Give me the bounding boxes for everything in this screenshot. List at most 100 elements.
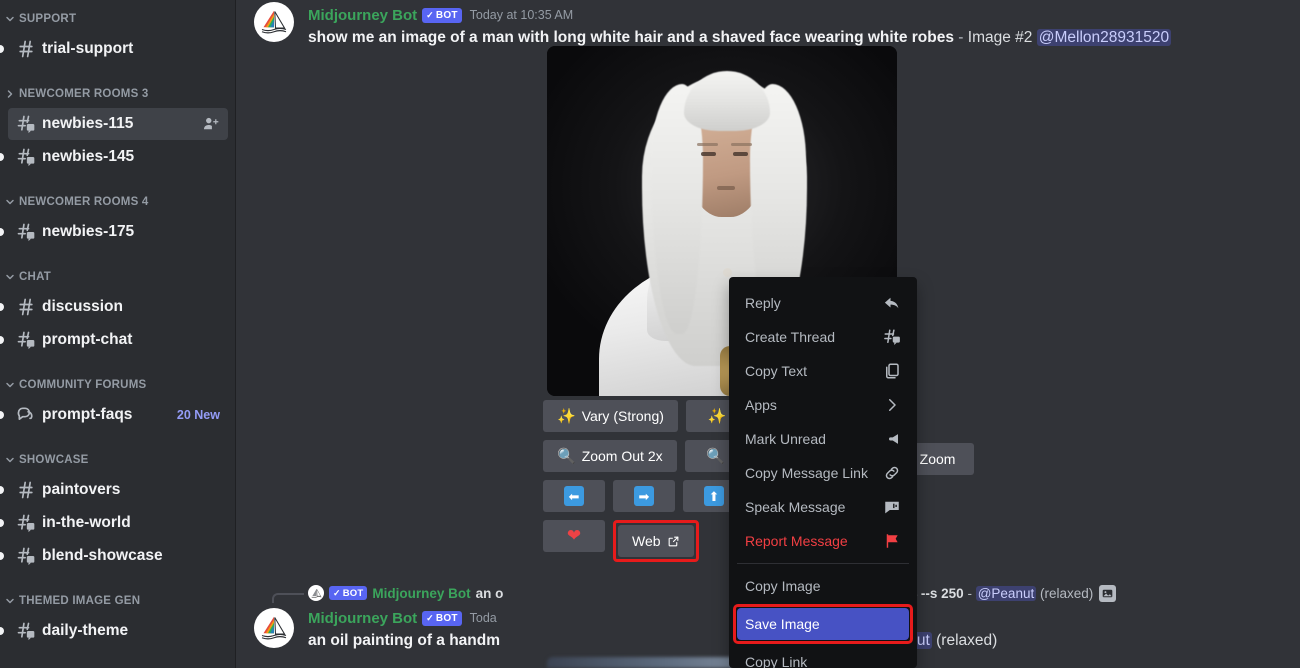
- mj-button-pan-left[interactable]: ⬅: [543, 480, 605, 512]
- menu-separator: [737, 563, 909, 564]
- reply-spine: [272, 593, 304, 603]
- image-attachment-icon: [1099, 584, 1117, 602]
- chevron-right-icon: [4, 88, 16, 100]
- add-member-icon[interactable]: [202, 115, 220, 133]
- highlight-box-web: Web: [613, 520, 699, 562]
- menu-item-copy-text[interactable]: Copy Text: [737, 355, 909, 387]
- chevron-down-icon: [4, 595, 16, 607]
- thread-icon: [883, 328, 901, 346]
- magnifier-icon: 🔍: [557, 447, 576, 465]
- chat-area: Midjourney Bot ✓ BOT Today at 10:35 AM sh…: [236, 0, 1300, 668]
- sidebar-item-newbies-145[interactable]: newbies-145: [0, 141, 228, 173]
- sidebar-item-newbies-115[interactable]: newbies-115: [8, 108, 228, 140]
- mj-button-web[interactable]: Web: [618, 525, 694, 557]
- menu-item-mark-unread[interactable]: Mark Unread: [737, 423, 909, 455]
- discord-window: SUPPORT trial-support NEWCOMER ROOMS 3 newb…: [0, 0, 1300, 668]
- unread-indicator: [0, 627, 4, 635]
- mj-button-vary-strong[interactable]: ✨ Vary (Strong): [543, 400, 678, 432]
- sidebar-item-prompt-faqs[interactable]: prompt-faqs 20 New: [0, 399, 228, 431]
- category-header-community-forums[interactable]: COMMUNITY FORUMS: [0, 372, 228, 398]
- sidebar-item-trial-support[interactable]: trial-support: [0, 33, 228, 65]
- message-top: Midjourney Bot ✓ BOT Today at 10:35 AM sh…: [236, 0, 1300, 48]
- unread-indicator: [0, 303, 4, 311]
- left-brow: [697, 143, 718, 146]
- reply-author[interactable]: Midjourney Bot: [372, 586, 470, 601]
- sidebar-item-daily-theme[interactable]: daily-theme: [0, 615, 228, 647]
- menu-item-copy-message-link[interactable]: Copy Message Link: [737, 457, 909, 489]
- hash-thread-icon: [16, 621, 36, 641]
- category-label: COMMUNITY FORUMS: [19, 379, 147, 391]
- category-header-newcomer-rooms-4[interactable]: NEWCOMER ROOMS 4: [0, 189, 228, 215]
- menu-item-report-message[interactable]: Report Message: [737, 525, 909, 557]
- reply-reference[interactable]: ✓BOT Midjourney Bot an o : by Gilbert St…: [272, 582, 1117, 604]
- sidebar-item-in-the-world[interactable]: in-the-world: [0, 507, 228, 539]
- sidebar-item-paintovers[interactable]: paintovers: [0, 474, 228, 506]
- sidebar-item-discussion[interactable]: discussion: [0, 291, 228, 323]
- sidebar-item-prompt-chat[interactable]: prompt-chat: [0, 324, 228, 356]
- menu-item-label: Copy Link: [745, 654, 808, 668]
- channel-sidebar[interactable]: SUPPORT trial-support NEWCOMER ROOMS 3 newb…: [0, 0, 236, 668]
- right-eye: [733, 152, 748, 156]
- chevron-down-icon: [4, 13, 16, 25]
- sidebar-item-newbies-175[interactable]: newbies-175: [0, 216, 228, 248]
- message-timestamp: Today at 10:35 AM: [469, 8, 574, 22]
- reply-bot-badge: ✓ BOT: [329, 586, 368, 600]
- mj-button-zoom-out-2x[interactable]: 🔍 Zoom Out 2x: [543, 440, 677, 472]
- sidebar-item-blend-showcase[interactable]: blend-showcase: [0, 540, 228, 572]
- highlight-box-save-image: Save Image: [733, 604, 913, 644]
- bot-badge: ✓ BOT: [422, 7, 462, 23]
- sidebar-item-label: prompt-chat: [42, 331, 133, 348]
- mj-button-label: Vary (Strong): [581, 408, 664, 424]
- sidebar-item-label: discussion: [42, 298, 123, 315]
- menu-item-save-image[interactable]: Save Image: [737, 608, 909, 640]
- category-header-showcase[interactable]: SHOWCASE: [0, 447, 228, 473]
- sidebar-item-label: in-the-world: [42, 514, 131, 531]
- reply-arrow-icon: [883, 294, 901, 312]
- message-author[interactable]: Midjourney Bot: [308, 610, 417, 627]
- hash-thread-icon: [16, 546, 36, 566]
- menu-item-apps[interactable]: Apps: [737, 389, 909, 421]
- mj-button-favorite[interactable]: ❤: [543, 520, 605, 552]
- category-label: THEMED IMAGE GEN: [19, 595, 141, 607]
- menu-item-label: Copy Message Link: [745, 465, 868, 481]
- menu-item-reply[interactable]: Reply: [737, 287, 909, 319]
- menu-item-label: Apps: [745, 397, 777, 413]
- avatar[interactable]: [254, 608, 294, 648]
- hash-thread-icon: [16, 147, 36, 167]
- sidebar-item-label: newbies-175: [42, 223, 135, 240]
- bot-badge-label: BOT: [435, 612, 458, 624]
- message-context-menu[interactable]: Reply Create Thread Copy Text Apps Mark Unre…: [729, 277, 917, 668]
- category-header-support[interactable]: SUPPORT: [0, 6, 228, 32]
- hash-thread-icon: [16, 114, 36, 134]
- category-header-chat[interactable]: CHAT: [0, 264, 228, 290]
- unread-indicator: [0, 153, 4, 161]
- flag-icon: [883, 532, 901, 550]
- mj-button-pan-right[interactable]: ➡: [613, 480, 675, 512]
- reply-mention[interactable]: @Peanut: [975, 585, 1037, 601]
- reply-avatar: [308, 585, 324, 601]
- hash-thread-icon: [16, 513, 36, 533]
- unread-indicator: [0, 552, 4, 560]
- menu-item-copy-image[interactable]: Copy Image: [737, 570, 909, 602]
- reply-snippet: an o: [475, 585, 504, 601]
- unread-indicator: [0, 486, 4, 494]
- category-header-voice-channels[interactable]: VOICE CHANNELS: [0, 663, 228, 668]
- message-author[interactable]: Midjourney Bot: [308, 7, 417, 24]
- menu-item-copy-link[interactable]: Copy Link: [737, 646, 909, 668]
- menu-item-create-thread[interactable]: Create Thread: [737, 321, 909, 353]
- prompt-text: show me an image of a man with long whit…: [308, 29, 954, 46]
- category-header-newcomer-rooms-3[interactable]: NEWCOMER ROOMS 3: [0, 81, 228, 107]
- channel-list: SUPPORT trial-support NEWCOMER ROOMS 3 newb…: [0, 6, 236, 668]
- new-posts-badge: 20 New: [176, 408, 220, 422]
- bot-badge-label: BOT: [435, 9, 458, 21]
- menu-item-speak-message[interactable]: Speak Message: [737, 491, 909, 523]
- heart-icon: ❤: [566, 526, 582, 545]
- avatar[interactable]: [254, 2, 294, 42]
- menu-item-label: Copy Image: [745, 578, 821, 594]
- unread-indicator: [0, 519, 4, 527]
- sparkles-icon: ✨: [557, 407, 576, 425]
- user-mention[interactable]: @Mellon28931520: [1036, 29, 1172, 46]
- sidebar-item-label: blend-showcase: [42, 547, 163, 564]
- category-header-themed-image-gen[interactable]: THEMED IMAGE GEN: [0, 588, 228, 614]
- verified-check-icon: ✓: [426, 9, 434, 20]
